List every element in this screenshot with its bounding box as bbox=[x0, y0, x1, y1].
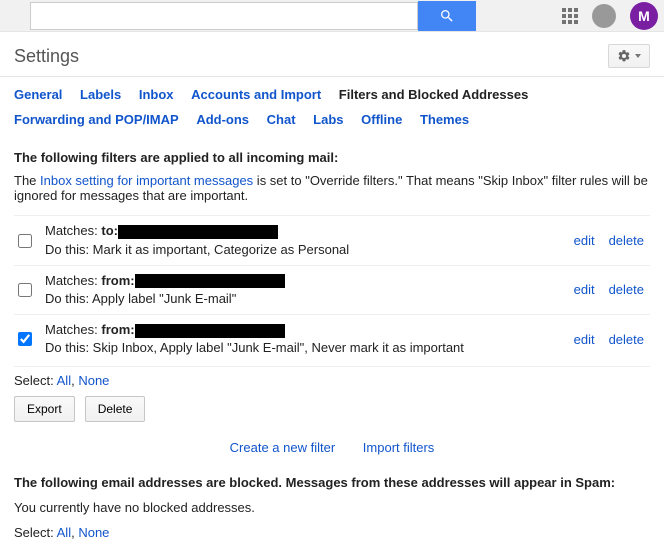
match-label: Matches: bbox=[45, 322, 101, 337]
redacted-value bbox=[135, 324, 285, 338]
filter-row-links: edit delete bbox=[574, 282, 650, 297]
top-right-controls: M bbox=[562, 2, 664, 30]
tab-accounts[interactable]: Accounts and Import bbox=[191, 83, 321, 108]
filter-action: Do this: Apply label "Junk E-mail" bbox=[45, 290, 564, 308]
tab-general[interactable]: General bbox=[14, 83, 62, 108]
filter-action: Do this: Mark it as important, Categoriz… bbox=[45, 241, 564, 259]
edit-link[interactable]: edit bbox=[574, 282, 595, 297]
tab-addons[interactable]: Add-ons bbox=[196, 108, 249, 133]
notifications-icon[interactable] bbox=[592, 4, 616, 28]
tab-filters[interactable]: Filters and Blocked Addresses bbox=[339, 83, 529, 108]
redacted-value bbox=[135, 274, 285, 288]
delete-button[interactable]: Delete bbox=[85, 396, 146, 422]
filter-buttons: Export Delete bbox=[14, 396, 650, 422]
filter-row-links: edit delete bbox=[574, 233, 650, 248]
filter-checkbox[interactable] bbox=[18, 332, 32, 346]
filter-checkbox[interactable] bbox=[18, 283, 32, 297]
filter-list: Matches: to: Do this: Mark it as importan… bbox=[14, 215, 650, 363]
chevron-down-icon bbox=[635, 54, 641, 58]
top-bar: M bbox=[0, 0, 664, 32]
select-none-link[interactable]: None bbox=[78, 373, 109, 388]
select-line: Select: All, None bbox=[14, 366, 650, 388]
blocked-select-label: Select: bbox=[14, 525, 57, 540]
tab-forwarding[interactable]: Forwarding and POP/IMAP bbox=[14, 108, 179, 133]
export-button[interactable]: Export bbox=[14, 396, 75, 422]
blocked-select-sep: , bbox=[71, 525, 78, 540]
filters-title: The following filters are applied to all… bbox=[14, 150, 650, 165]
match-label: Matches: bbox=[45, 223, 101, 238]
tab-offline[interactable]: Offline bbox=[361, 108, 402, 133]
delete-link[interactable]: delete bbox=[609, 282, 644, 297]
delete-link[interactable]: delete bbox=[609, 233, 644, 248]
blocked-title: The following email addresses are blocke… bbox=[14, 475, 650, 490]
inbox-setting-link[interactable]: Inbox setting for important messages bbox=[40, 173, 253, 188]
select-all-link[interactable]: All bbox=[57, 373, 71, 388]
settings-menu-button[interactable] bbox=[608, 44, 650, 68]
filter-body: Matches: from: Do this: Skip Inbox, Apply… bbox=[45, 321, 564, 357]
gear-icon bbox=[617, 49, 631, 63]
blocked-empty: You currently have no blocked addresses. bbox=[14, 500, 650, 515]
filter-row: Matches: from: Do this: Skip Inbox, Apply… bbox=[14, 314, 650, 363]
import-filters-link[interactable]: Import filters bbox=[363, 440, 435, 455]
select-label: Select: bbox=[14, 373, 57, 388]
filter-body: Matches: to: Do this: Mark it as importan… bbox=[45, 222, 564, 258]
page-title: Settings bbox=[14, 46, 79, 67]
settings-header: Settings bbox=[0, 32, 664, 76]
match-field: from: bbox=[101, 273, 134, 288]
note-text-pre: The bbox=[14, 173, 40, 188]
tab-themes[interactable]: Themes bbox=[420, 108, 469, 133]
match-field: to: bbox=[101, 223, 118, 238]
tab-chat[interactable]: Chat bbox=[267, 108, 296, 133]
apps-icon[interactable] bbox=[562, 8, 578, 24]
settings-tabs: General Labels Inbox Accounts and Import… bbox=[0, 77, 664, 132]
blocked-select-all-link[interactable]: All bbox=[57, 525, 71, 540]
override-note: The Inbox setting for important messages… bbox=[14, 173, 650, 203]
tab-inbox[interactable]: Inbox bbox=[139, 83, 174, 108]
avatar[interactable]: M bbox=[630, 2, 658, 30]
filter-row: Matches: to: Do this: Mark it as importan… bbox=[14, 215, 650, 264]
blocked-select-none-link[interactable]: None bbox=[78, 525, 109, 540]
search-icon bbox=[439, 8, 455, 24]
tab-labels[interactable]: Labels bbox=[80, 83, 121, 108]
filter-body: Matches: from: Do this: Apply label "Junk… bbox=[45, 272, 564, 308]
edit-link[interactable]: edit bbox=[574, 332, 595, 347]
blocked-select-line: Select: All, None bbox=[14, 525, 650, 540]
tab-labs[interactable]: Labs bbox=[313, 108, 343, 133]
filter-row-links: edit delete bbox=[574, 332, 650, 347]
search-button[interactable] bbox=[418, 1, 476, 31]
delete-link[interactable]: delete bbox=[609, 332, 644, 347]
filter-row: Matches: from: Do this: Apply label "Junk… bbox=[14, 265, 650, 314]
filter-create-links: Create a new filter Import filters bbox=[14, 426, 650, 465]
filter-checkbox[interactable] bbox=[18, 234, 32, 248]
filter-action: Do this: Skip Inbox, Apply label "Junk E… bbox=[45, 339, 564, 357]
edit-link[interactable]: edit bbox=[574, 233, 595, 248]
redacted-value bbox=[118, 225, 278, 239]
content: The following filters are applied to all… bbox=[0, 132, 664, 547]
match-label: Matches: bbox=[45, 273, 101, 288]
match-field: from: bbox=[101, 322, 134, 337]
create-filter-link[interactable]: Create a new filter bbox=[230, 440, 336, 455]
search-input[interactable] bbox=[30, 2, 418, 30]
